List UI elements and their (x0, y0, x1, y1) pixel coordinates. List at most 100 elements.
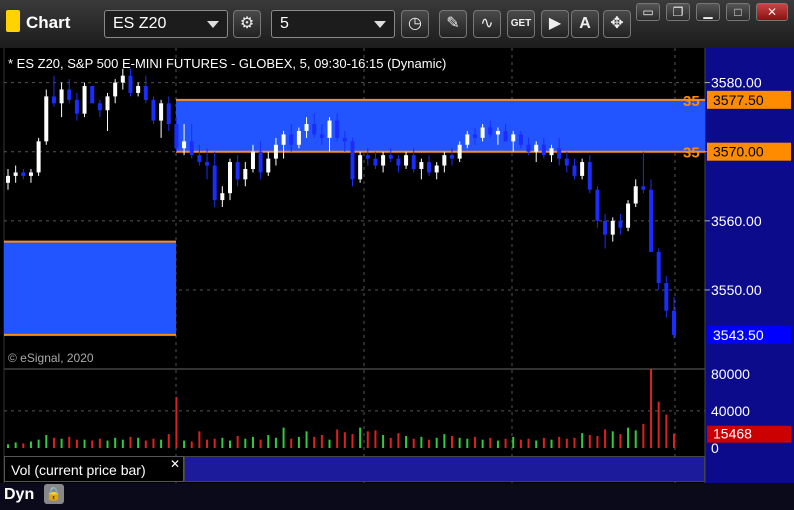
candle-body (381, 155, 386, 166)
candle-body (419, 162, 424, 169)
candle-body (312, 124, 317, 135)
candle-body (664, 283, 669, 311)
candle-body (136, 86, 141, 93)
candle-body (388, 155, 393, 159)
candle-body (220, 193, 225, 201)
candle-body (358, 155, 363, 180)
candle-body (120, 75, 125, 83)
candle-body (626, 203, 631, 228)
candle-body (235, 162, 240, 180)
candle-body (205, 162, 210, 166)
y-tick-label: 3580.00 (711, 75, 762, 91)
candle-body (633, 186, 638, 204)
candle-body (59, 89, 64, 104)
candle-body (90, 86, 95, 104)
close-icon[interactable]: ✕ (170, 457, 180, 471)
candle-body (166, 103, 171, 125)
zone-price-label: 35 (683, 93, 700, 110)
chart-header: * ES Z20, S&P 500 E-MINI FUTURES - GLOBE… (8, 56, 446, 71)
candle-body (396, 158, 401, 166)
zone-price-value: 3577.50 (713, 92, 764, 108)
candle-body (541, 144, 546, 156)
candle-body (304, 124, 309, 131)
candle-body (128, 75, 133, 93)
candle-body (411, 155, 416, 169)
candle-body (243, 168, 248, 180)
candle-body (526, 144, 531, 152)
candle-body (151, 99, 156, 121)
candle-body (442, 155, 447, 166)
candle-body (503, 130, 508, 142)
candle-body (480, 127, 485, 138)
dynamic-label[interactable]: Dyn (4, 486, 34, 504)
candle-body (450, 155, 454, 159)
candle-body (281, 134, 286, 145)
candle-body (511, 134, 516, 142)
candle-body (289, 134, 294, 145)
candle-body (580, 162, 585, 176)
candle-body (518, 134, 523, 145)
volume-tick-label: 40000 (711, 403, 750, 419)
demand-zone (4, 241, 176, 335)
candle-body (641, 186, 646, 190)
volume-legend-label: Vol (current price bar) (11, 462, 146, 478)
candle-body (610, 220, 615, 235)
candle-body (427, 162, 432, 173)
candle-body (549, 148, 554, 156)
candle-body (113, 82, 118, 97)
candle-body (143, 86, 148, 100)
candle-body (74, 99, 79, 114)
candle-body (603, 220, 608, 235)
zone-price-label: 35 (683, 145, 700, 162)
candle-body (457, 144, 462, 159)
candle-body (404, 155, 409, 166)
volume-legend-bar (184, 456, 705, 482)
candle-body (273, 144, 278, 159)
lock-icon[interactable]: 🔒 (44, 484, 64, 504)
candle-body (258, 151, 263, 173)
candle-body (6, 175, 10, 183)
candle-body (212, 165, 217, 201)
zone-price-value: 3570.00 (713, 144, 764, 160)
candle-body (595, 189, 600, 221)
candle-body (159, 103, 164, 121)
candle-body (572, 165, 577, 176)
y-tick-label: 3550.00 (711, 282, 762, 298)
candle-body (319, 134, 324, 138)
candle-body (67, 89, 72, 100)
candle-body (197, 155, 202, 163)
chart-canvas: 3580.00 3570.00 3560.00 3550.00 35 3577.50 35 3… (0, 48, 794, 510)
candle-body (618, 220, 623, 228)
candle-body (434, 165, 439, 173)
candle-body (105, 96, 110, 111)
candle-body (365, 155, 370, 159)
candle-body (557, 148, 562, 159)
candle-body (649, 189, 654, 252)
volume-tick-label: 80000 (711, 366, 750, 382)
candle-body (564, 158, 569, 166)
candle-body (13, 172, 18, 176)
candle-body (350, 141, 355, 180)
candle-body (335, 120, 340, 138)
candle-body (587, 162, 592, 190)
bottom-bar (0, 483, 794, 510)
supply-zone (176, 99, 705, 152)
candle-body (189, 141, 194, 156)
candle-body (228, 162, 232, 194)
candle-body (174, 124, 179, 149)
current-price-value: 3543.50 (713, 327, 764, 343)
candle-body (296, 130, 301, 145)
copyright-text: © eSignal, 2020 (8, 351, 94, 365)
candle-body (266, 158, 271, 173)
candle-body (36, 141, 41, 173)
candle-body (342, 137, 347, 142)
volume-legend[interactable]: Vol (current price bar) (4, 456, 184, 482)
candle-body (656, 251, 661, 284)
candle-body (44, 96, 49, 142)
candle-body (21, 172, 26, 176)
candle-body (327, 120, 332, 138)
candle-body (250, 151, 255, 169)
candle-body (97, 103, 102, 111)
y-tick-label: 3560.00 (711, 213, 762, 229)
candle-body (465, 134, 470, 145)
